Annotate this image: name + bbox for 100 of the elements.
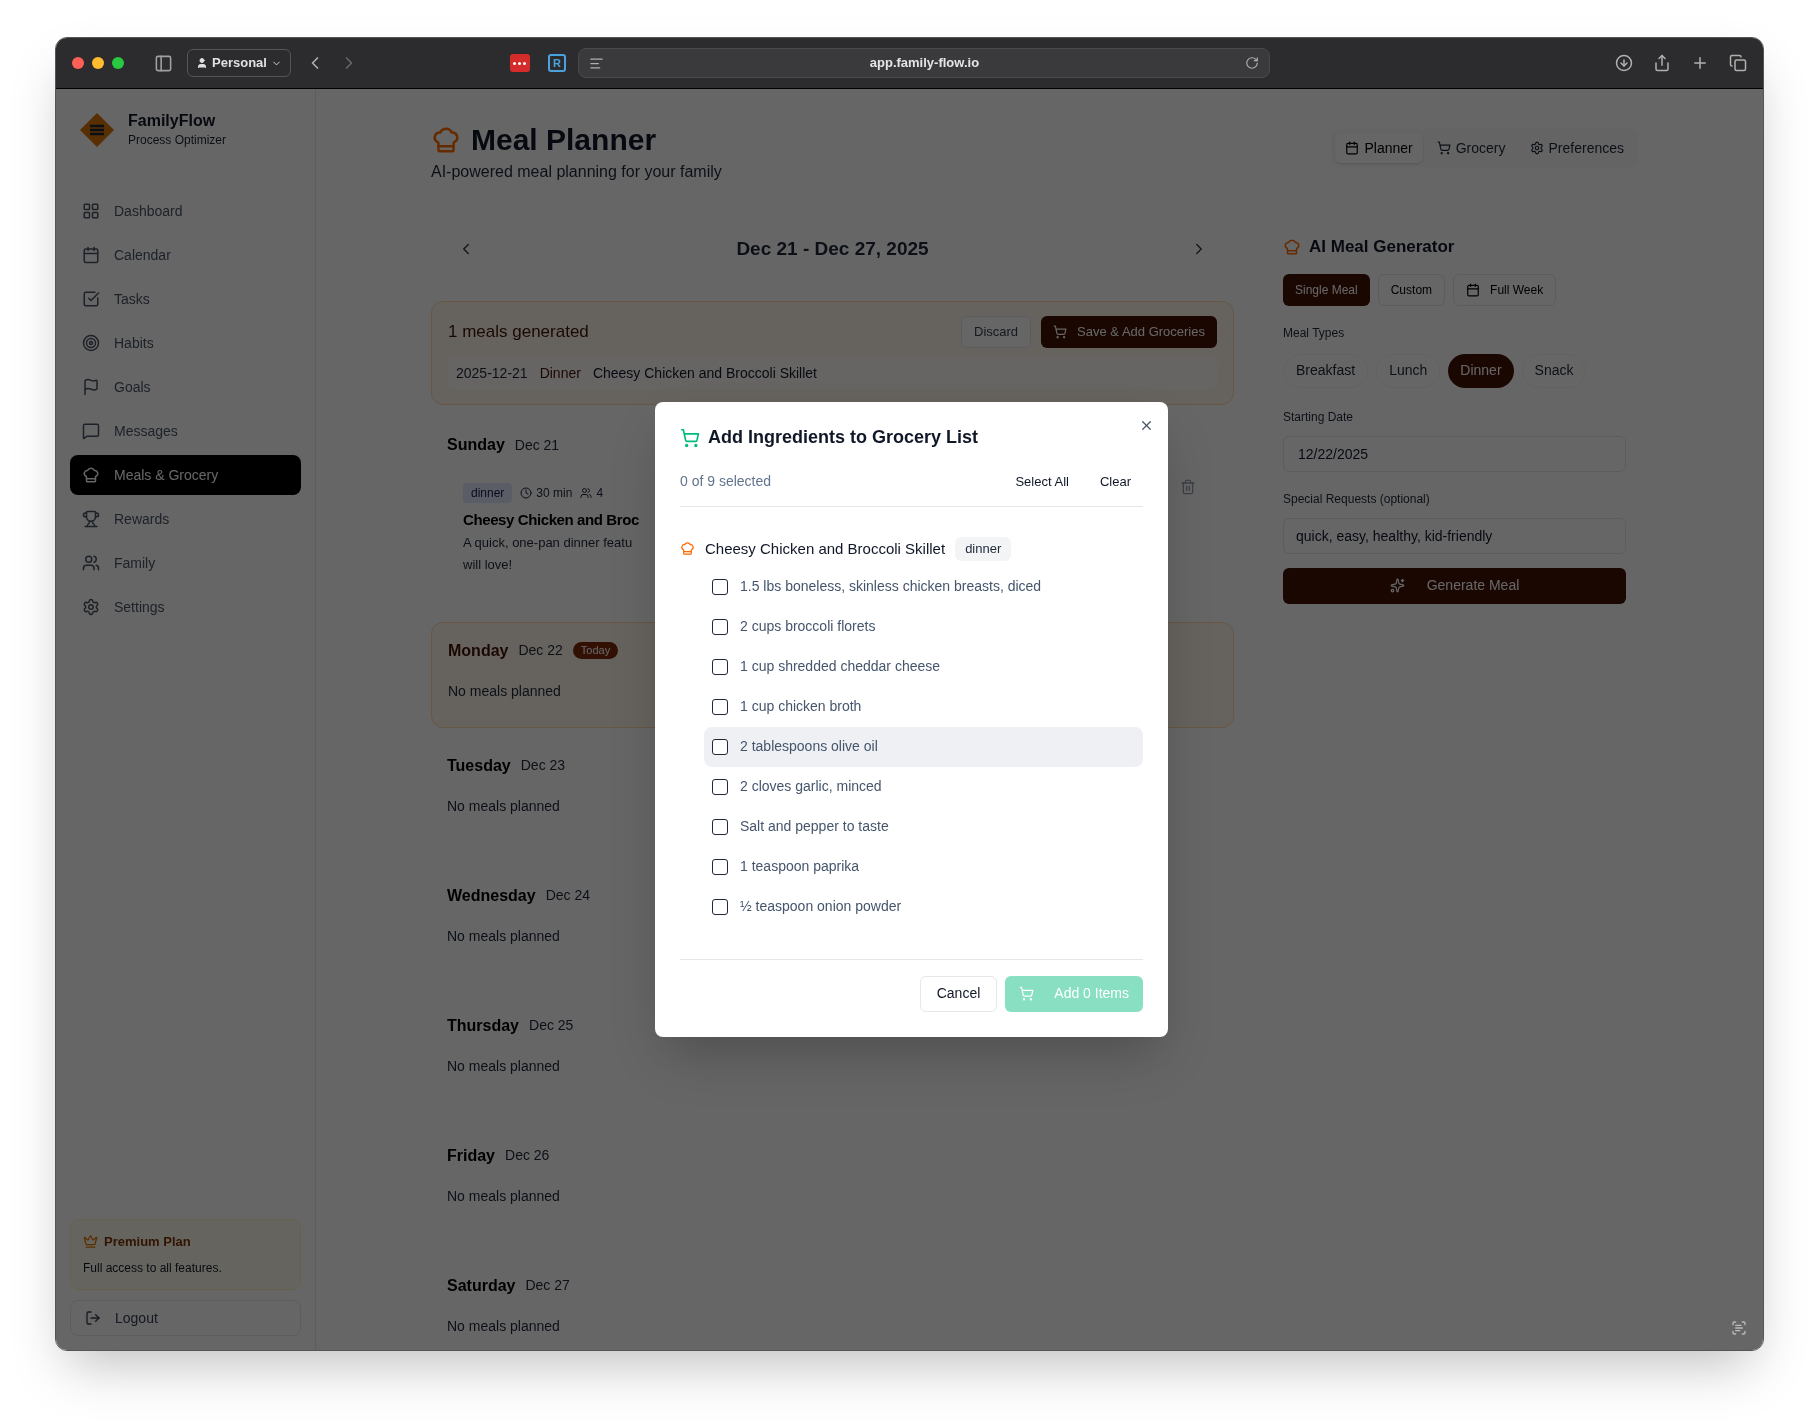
page-subtitle: AI-powered meal planning for your family [431,162,722,182]
settings-icon [82,598,100,616]
meal-description: A quick, one-pan dinner featu [463,533,633,552]
profile-button[interactable]: Personal [187,49,291,77]
extension-button[interactable]: R [547,54,566,72]
meal-type-chip[interactable]: Dinner [1448,353,1514,388]
dots-extension-icon[interactable] [509,54,530,72]
day-date: Dec 23 [520,756,566,775]
day-date: Dec 25 [529,1016,574,1035]
clear-button[interactable]: Clear [1099,471,1131,492]
ingredient-checkbox[interactable] [712,738,728,755]
meal-type-chip[interactable]: Breakfast [1283,353,1369,388]
address-bar[interactable]: app.family-flow.io [577,48,1270,78]
day-name: Thursday [447,1015,519,1036]
special-requests-field[interactable]: quick, easy, healthy, kid-friendly [1283,517,1626,554]
start-date-label: Starting Date [1283,408,1355,426]
ingredient-label: 1.5 lbs boneless, skinless chicken breasts, diced [740,577,1042,596]
logout-button[interactable]: Logout [70,1300,301,1336]
cook-time: 30 min [536,485,573,502]
sparkle-icon [1389,578,1405,593]
sidebar-item[interactable]: Settings [70,587,301,627]
chef-hat-icon [82,466,100,484]
day-name: Saturday [447,1275,516,1296]
view-tab[interactable]: Preferences [1519,133,1634,163]
ingredient-checkbox[interactable] [712,618,728,635]
cart-icon [1019,986,1035,1001]
view-tab[interactable]: Planner [1335,133,1423,163]
view-tab[interactable]: Grocery [1426,133,1516,163]
close-button[interactable] [1139,418,1154,433]
empty-day-text: No meals planned [448,681,561,701]
week-range: Dec 21 - Dec 27, 2025 [736,236,929,261]
day-date: Dec 24 [545,886,590,905]
calendar-icon [1345,141,1360,155]
close-window-button[interactable] [72,57,84,69]
ingredient-label: ½ teaspoon onion powder [740,897,902,916]
meal-type: Dinner [539,363,581,383]
day-name: Friday [447,1145,495,1166]
ingredient-checkbox[interactable] [712,778,728,795]
ingredient-row[interactable]: 2 tablespoons olive oil [704,726,1143,767]
ingredient-checkbox[interactable] [712,578,728,595]
sidebar-item[interactable]: Goals [70,367,301,407]
chat-bubble-icon [82,422,100,440]
person-icon [196,57,208,69]
sidebar-item[interactable]: Messages [70,411,301,451]
meal-type-chip[interactable]: Snack [1521,353,1587,388]
meal-title: Cheesy Chicken and Broccoli Skillet [592,363,817,383]
mode-toggle[interactable]: Single Meal [1283,273,1370,306]
meal-name: Cheesy Chicken and Broc [463,510,639,530]
ingredient-label: 2 cloves garlic, minced [740,777,882,796]
minimize-window-button[interactable] [92,57,104,69]
meal-type-chip[interactable]: Lunch [1376,353,1441,388]
day-date: Dec 26 [505,1146,550,1165]
sidebar-item[interactable]: Family [70,543,301,583]
day-date: Dec 27 [525,1276,570,1295]
ingredient-checkbox[interactable] [712,858,728,875]
sidebar-item[interactable]: Calendar [70,235,301,275]
cart-icon [1053,325,1068,339]
reload-icon[interactable] [1244,56,1259,70]
reader-icon[interactable] [588,55,604,71]
servings: 4 [596,485,604,502]
ingredient-label: 1 cup shredded cheddar cheese [740,657,941,676]
premium-text: Full access to all features. [83,1260,223,1277]
select-all-button[interactable]: Select All [1015,471,1069,492]
ingredient-label: Salt and pepper to taste [740,817,889,836]
download-icon[interactable] [1615,54,1633,72]
generator-title: AI Meal Generator [1309,236,1455,258]
selection-count: 0 of 9 selected [680,472,772,491]
sidebar-item[interactable]: Habits [70,323,301,363]
ingredient-checkbox[interactable] [712,818,728,835]
text-scan-icon[interactable] [1731,1320,1747,1336]
close-icon [1139,418,1154,433]
share-icon[interactable] [1653,54,1671,72]
discard-button[interactable]: Discard [961,316,1032,348]
ingredient-checkbox[interactable] [712,658,728,675]
generate-meal-button[interactable]: Generate Meal [1283,567,1626,604]
save-groceries-button[interactable]: Save & Add Groceries [1041,316,1217,348]
sidebar-item[interactable]: Tasks [70,279,301,319]
new-tab-icon[interactable] [1691,54,1709,72]
target-icon [82,334,100,352]
sidebar-item[interactable]: Rewards [70,499,301,539]
mode-toggle[interactable]: Full Week [1453,273,1557,306]
zoom-window-button[interactable] [112,57,124,69]
ingredient-checkbox[interactable] [712,698,728,715]
ingredient-checkbox[interactable] [712,898,728,915]
logo-icon [78,111,116,149]
mode-toggle[interactable]: Custom [1377,273,1446,306]
premium-title: Premium Plan [104,1232,191,1251]
cart-icon [680,427,700,448]
meal-description: will love! [463,555,513,574]
recipe-name: Cheesy Chicken and Broccoli Skillet [705,538,946,559]
empty-day-text: No meals planned [447,796,560,816]
sidebar-item[interactable]: Dashboard [70,191,301,231]
sidebar-toggle-icon[interactable] [154,53,173,73]
clock-icon [520,487,533,499]
start-date-field[interactable]: 12/22/2025 [1283,435,1626,472]
tabs-overview-icon[interactable] [1729,54,1747,72]
cancel-button[interactable]: Cancel [919,975,998,1012]
sidebar-item[interactable]: Meals & Grocery [70,455,301,495]
calendar-icon [82,246,100,264]
empty-day-text: No meals planned [447,926,560,946]
